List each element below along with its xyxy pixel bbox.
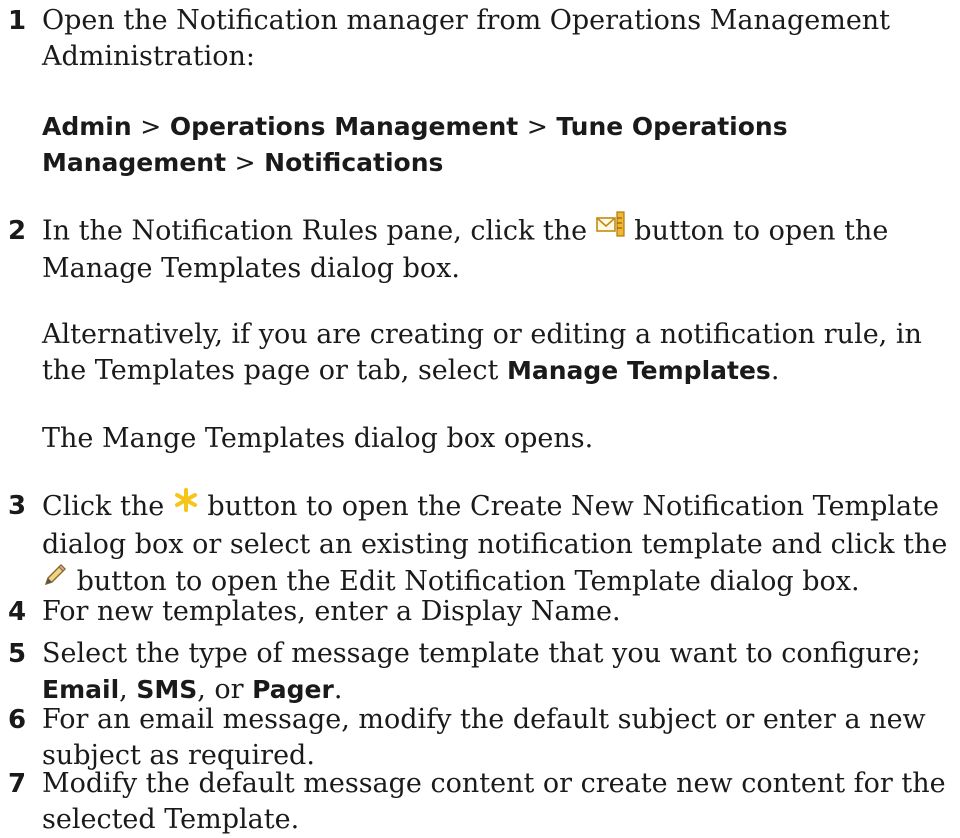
menu-path-notifications: Notifications bbox=[264, 148, 444, 177]
menu-path-admin: Admin bbox=[42, 112, 132, 141]
step-5: 5 Select the type of message template th… bbox=[0, 636, 952, 708]
separator: , or bbox=[197, 674, 244, 705]
menu-path-operations-management: Operations Management bbox=[169, 112, 519, 141]
step-6: 6 For an email message, modify the defau… bbox=[0, 702, 960, 774]
note-text: The Mange Templates dialog box opens. bbox=[42, 423, 594, 454]
end-punct: . bbox=[333, 674, 343, 705]
step-number: 6 bbox=[8, 705, 27, 735]
step-2: 2 In the Notification Rules pane, click … bbox=[0, 210, 952, 287]
step-text-pre: In the Notification Rules pane, click th… bbox=[42, 215, 588, 247]
option-email: Email bbox=[42, 675, 120, 704]
step-number: 5 bbox=[8, 639, 27, 669]
separator: , bbox=[119, 674, 128, 705]
step-7: 7 Modify the default message content or … bbox=[0, 766, 960, 838]
path-separator: > bbox=[234, 148, 256, 177]
manage-templates-label: Manage Templates bbox=[506, 356, 771, 385]
edit-pencil-icon bbox=[42, 561, 68, 598]
menu-path: Admin > Operations Management > Tune Ope… bbox=[0, 109, 952, 181]
new-star-icon bbox=[173, 486, 199, 523]
step-text: For new templates, enter a Display Name. bbox=[42, 596, 621, 627]
step-text: For an email message, modify the default… bbox=[42, 704, 926, 771]
step-1: 1 Open the Notification manager from Ope… bbox=[0, 3, 952, 75]
option-pager: Pager bbox=[252, 675, 334, 704]
step-text: Modify the default message content or cr… bbox=[42, 768, 946, 835]
step-text-pre: Click the bbox=[42, 491, 165, 522]
step-text: Open the Notification manager from Opera… bbox=[42, 5, 891, 72]
step-4: 4 For new templates, enter a Display Nam… bbox=[0, 594, 952, 630]
document-page: 1 Open the Notification manager from Ope… bbox=[0, 0, 960, 835]
path-separator: > bbox=[140, 112, 162, 141]
step-2-alternative: Alternatively, if you are creating or ed… bbox=[0, 317, 952, 389]
step-number: 1 bbox=[8, 6, 27, 36]
step-3: 3 Click the button to open the Create Ne… bbox=[0, 488, 960, 601]
step-2-note: The Mange Templates dialog box opens. bbox=[0, 421, 952, 457]
alt-text: Alternatively, if you are creating or ed… bbox=[42, 319, 922, 386]
step-number: 4 bbox=[8, 597, 27, 627]
step-number: 2 bbox=[8, 216, 27, 246]
option-sms: SMS bbox=[136, 675, 198, 704]
path-separator: > bbox=[526, 112, 548, 141]
alt-end: . bbox=[770, 355, 780, 386]
step-text-post: button to open the Edit Notification Tem… bbox=[76, 566, 860, 597]
step-number: 7 bbox=[8, 769, 27, 799]
manage-templates-icon bbox=[595, 210, 626, 248]
step-text-pre: Select the type of message template that… bbox=[42, 638, 921, 669]
step-number: 3 bbox=[8, 491, 27, 521]
